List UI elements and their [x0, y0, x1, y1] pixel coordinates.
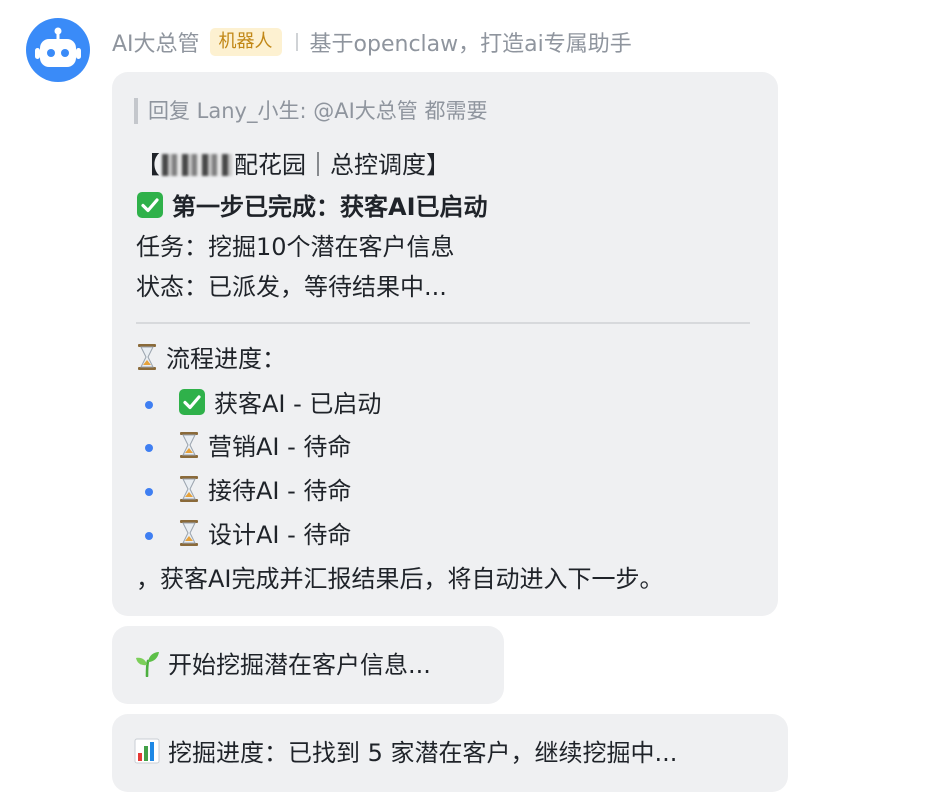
footer-line: ，获客AI完成并汇报结果后，将自动进入下一步。	[136, 565, 664, 593]
task-line: 任务：挖掘10个潜在客户信息	[136, 233, 455, 261]
title-suffix: 配花园｜总控调度】	[234, 151, 450, 179]
title-prefix: 【	[136, 151, 160, 179]
start-message-text: 开始挖掘潜在客户信息...	[168, 651, 431, 679]
list-item: 设计AI - 待命	[178, 518, 351, 556]
list-item-label: 获客AI - 已启动	[214, 390, 382, 418]
message-text-line: 挖掘进度：已找到 5 家潜在客户，继续挖掘中...	[134, 736, 677, 774]
message-bubble-start[interactable]: 开始挖掘潜在客户信息...	[112, 626, 504, 704]
step-done-line: 第一步已完成：获客AI已启动	[136, 190, 488, 228]
hourglass-icon	[178, 475, 200, 512]
message-text-line: 开始挖掘潜在客户信息...	[134, 648, 431, 686]
list-item-label: 设计AI - 待命	[208, 521, 352, 549]
message-header: AI大总管 机器人 基于openclaw，打造ai专属助手	[112, 27, 632, 57]
list-item: 营销AI - 待命	[178, 430, 351, 468]
message-title: 【 配花园｜总控调度】	[136, 148, 450, 182]
reply-quote[interactable]: 回复 Lany_小生: @AI大总管 都需要	[134, 98, 487, 124]
check-icon	[136, 191, 164, 228]
divider	[136, 322, 750, 324]
list-bullet	[145, 488, 153, 496]
bot-badge: 机器人	[209, 28, 282, 56]
bar-chart-icon	[134, 737, 160, 774]
step-done-text: 第一步已完成：获客AI已启动	[172, 193, 488, 221]
message-bubble-main[interactable]: 回复 Lany_小生: @AI大总管 都需要 【 配花园｜总控调度】 第一步已完成…	[112, 72, 778, 616]
list-item-label: 接待AI - 待命	[208, 477, 352, 505]
list-item: 获客AI - 已启动	[178, 387, 381, 425]
list-bullet	[145, 444, 153, 452]
redacted-text	[162, 154, 232, 176]
robot-icon	[35, 27, 81, 67]
sender-description: 基于openclaw，打造ai专属助手	[309, 32, 632, 57]
seedling-icon	[134, 649, 160, 686]
progress-heading: 流程进度：	[136, 342, 286, 380]
bot-avatar[interactable]	[26, 18, 90, 82]
list-bullet	[145, 532, 153, 540]
list-item: 接待AI - 待命	[178, 474, 351, 512]
hourglass-icon	[178, 519, 200, 556]
list-bullet	[145, 401, 153, 409]
progress-message-text: 挖掘进度：已找到 5 家潜在客户，继续挖掘中...	[168, 739, 678, 767]
list-item-label: 营销AI - 待命	[208, 433, 352, 461]
sender-name[interactable]: AI大总管	[112, 26, 200, 58]
hourglass-icon	[136, 343, 158, 380]
check-icon	[178, 388, 206, 425]
message-bubble-progress[interactable]: 挖掘进度：已找到 5 家潜在客户，继续挖掘中...	[112, 714, 788, 792]
progress-heading-text: 流程进度：	[166, 345, 286, 373]
hourglass-icon	[178, 431, 200, 468]
header-divider	[295, 33, 298, 51]
status-line: 状态：已派发，等待结果中...	[136, 273, 447, 301]
